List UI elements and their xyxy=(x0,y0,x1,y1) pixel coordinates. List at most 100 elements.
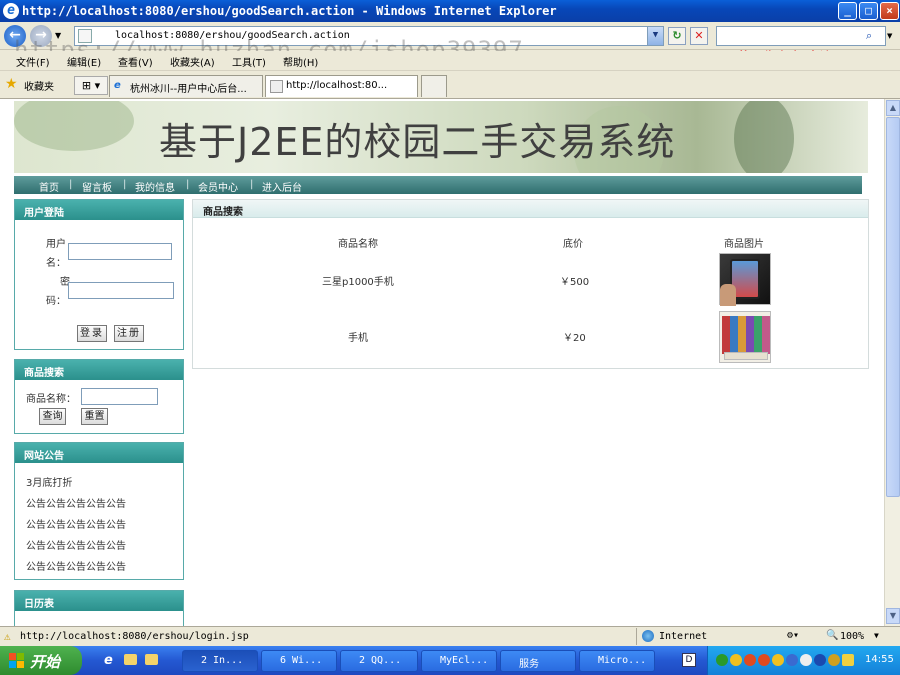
nav-guestbook[interactable]: 留言板 xyxy=(82,179,112,194)
task-windows[interactable]: 6 Wi... xyxy=(261,650,337,672)
nav-home[interactable]: 首页 xyxy=(39,179,59,194)
zoom-level[interactable]: 100% xyxy=(840,631,864,642)
tray-qq-icon[interactable] xyxy=(758,654,770,666)
quicklaunch-desktop-icon[interactable] xyxy=(145,654,158,665)
row-product-name[interactable]: 手机 xyxy=(348,329,368,344)
menu-edit[interactable]: 编辑(E) xyxy=(67,54,101,69)
task-ie[interactable]: 2 In... xyxy=(182,650,258,672)
search-box-title: 商品搜索 xyxy=(15,360,183,380)
scroll-up-icon[interactable]: ▲ xyxy=(886,100,900,116)
new-tab-button[interactable] xyxy=(421,75,447,97)
notice-item[interactable]: 3月底打折 xyxy=(26,474,72,489)
search-dropdown-icon[interactable]: ▼ xyxy=(887,32,892,40)
header-product-image: 商品图片 xyxy=(724,239,764,250)
globe-icon xyxy=(642,630,654,642)
notice-item[interactable]: 公告公告公告公告公告 xyxy=(26,495,126,510)
tray-app-icon[interactable] xyxy=(730,654,742,666)
maximize-button[interactable]: □ xyxy=(859,2,878,20)
favorites-label[interactable]: 收藏夹 xyxy=(24,78,54,93)
product-name-label: 商品名称： xyxy=(26,394,76,405)
notice-item[interactable]: 公告公告公告公告公告 xyxy=(26,537,126,552)
tray-app-icon[interactable] xyxy=(800,654,812,666)
nav-my-info[interactable]: 我的信息 xyxy=(135,179,175,194)
task-services[interactable]: 服务 xyxy=(500,650,576,672)
search-results-panel: 商品搜索 商品名称 底价 商品图片 三星p1000手机 ￥500 手机 ￥20 xyxy=(192,199,869,369)
scroll-down-icon[interactable]: ▼ xyxy=(886,608,900,624)
search-icon[interactable]: ⌕ xyxy=(866,29,872,43)
system-tray: 14:55 xyxy=(707,646,900,675)
notice-box-title: 网站公告 xyxy=(15,443,183,463)
register-button[interactable]: 注册 xyxy=(114,325,144,342)
start-button[interactable]: 开始 xyxy=(0,646,82,675)
task-microsoft[interactable]: Micro... xyxy=(579,650,655,672)
refresh-icon[interactable]: ↻ xyxy=(668,27,686,45)
tab-current[interactable]: http://localhost:80... xyxy=(265,75,418,97)
password-input[interactable] xyxy=(68,282,174,299)
scrollbar-thumb[interactable] xyxy=(886,117,900,497)
search-input[interactable] xyxy=(716,26,886,46)
nav-member-center[interactable]: 会员中心 xyxy=(198,179,238,194)
language-bar-icon[interactable]: D xyxy=(682,653,696,667)
site-banner: 基于J2EE的校园二手交易系统 xyxy=(14,101,868,173)
login-button[interactable]: 登录 xyxy=(77,325,107,342)
header-product-name: 商品名称 xyxy=(338,239,378,250)
product-image-books[interactable] xyxy=(719,311,771,363)
username-input[interactable] xyxy=(68,243,172,260)
calendar-box: 日历表 xyxy=(14,590,184,626)
row-price: ￥20 xyxy=(563,333,586,344)
tab-label: 杭州冰川--用户中心后台... xyxy=(130,84,247,95)
nav-admin[interactable]: 进入后台 xyxy=(262,179,302,194)
quicklaunch-folder-icon[interactable] xyxy=(124,654,137,665)
notice-item[interactable]: 公告公告公告公告公告 xyxy=(26,516,126,531)
windows-flag-icon xyxy=(9,653,24,668)
tray-network-icon[interactable] xyxy=(716,654,728,666)
login-box: 用户登陆 用户 名： 密 码： 登录 注册 xyxy=(14,199,184,350)
tab-label: http://localhost:80... xyxy=(286,80,388,91)
task-myeclipse[interactable]: MyEcl... xyxy=(421,650,497,672)
tray-shield-icon[interactable] xyxy=(842,654,854,666)
protected-mode-icon[interactable]: ⚙▾ xyxy=(787,630,799,641)
row-product-name[interactable]: 三星p1000手机 xyxy=(322,273,394,288)
taskbar: 开始 e 2 In... 6 Wi... 2 QQ... MyEcl... 服务… xyxy=(0,646,900,675)
minimize-button[interactable]: _ xyxy=(838,2,857,20)
product-image-phone[interactable] xyxy=(719,253,771,306)
warning-icon: ⚠ xyxy=(4,630,11,643)
zoom-dropdown-icon[interactable]: ▼ xyxy=(874,631,879,640)
tray-security-icon[interactable] xyxy=(828,654,840,666)
tab-user-center[interactable]: e 杭州冰川--用户中心后台... xyxy=(109,75,263,97)
zoom-icon: 🔍 xyxy=(826,630,839,641)
quick-tabs-icon[interactable]: ⊞ ▾ xyxy=(74,76,108,95)
menu-file[interactable]: 文件(F) xyxy=(16,54,50,69)
close-button[interactable]: × xyxy=(880,2,899,20)
tray-app-icon[interactable] xyxy=(814,654,826,666)
notice-item[interactable]: 公告公告公告公告公告 xyxy=(26,558,126,573)
clock[interactable]: 14:55 xyxy=(865,654,894,665)
row-price: ￥500 xyxy=(560,277,590,288)
menu-favorites[interactable]: 收藏夹(A) xyxy=(170,54,215,69)
favorites-star-icon[interactable]: ★ xyxy=(5,76,18,92)
menu-view[interactable]: 查看(V) xyxy=(118,54,153,69)
search-box: 商品搜索 商品名称： 查询 重置 xyxy=(14,359,184,434)
product-name-input[interactable] xyxy=(81,388,158,405)
tray-qq-icon[interactable] xyxy=(744,654,756,666)
nav-separator: | xyxy=(69,179,73,190)
menu-tools[interactable]: 工具(T) xyxy=(232,54,266,69)
address-toolbar: ← → ▼ localhost:8080/ershou/goodSearch.a… xyxy=(0,22,900,66)
tray-update-icon[interactable] xyxy=(786,654,798,666)
window-title: http://localhost:8080/ershou/goodSearch.… xyxy=(22,4,557,18)
status-bar: ⚠ http://localhost:8080/ershou/login.jsp… xyxy=(0,626,900,646)
tray-qq-icon[interactable] xyxy=(772,654,784,666)
quicklaunch-ie-icon[interactable]: e xyxy=(104,653,113,668)
status-url: http://localhost:8080/ershou/login.jsp xyxy=(20,631,249,642)
status-zone: Internet xyxy=(659,631,708,642)
calendar-box-title: 日历表 xyxy=(15,591,183,611)
stop-icon[interactable]: ✕ xyxy=(690,27,708,45)
query-button[interactable]: 查询 xyxy=(39,408,66,425)
task-qq[interactable]: 2 QQ... xyxy=(340,650,418,672)
nav-separator: | xyxy=(123,179,127,190)
menu-help[interactable]: 帮助(H) xyxy=(283,54,318,69)
reset-button[interactable]: 重置 xyxy=(81,408,108,425)
vertical-scrollbar[interactable]: ▲ ▼ xyxy=(884,99,900,626)
page-viewport: 基于J2EE的校园二手交易系统 首页 | 留言板 | 我的信息 | 会员中心 |… xyxy=(0,99,884,626)
address-dropdown-icon[interactable]: ▼ xyxy=(647,26,664,46)
